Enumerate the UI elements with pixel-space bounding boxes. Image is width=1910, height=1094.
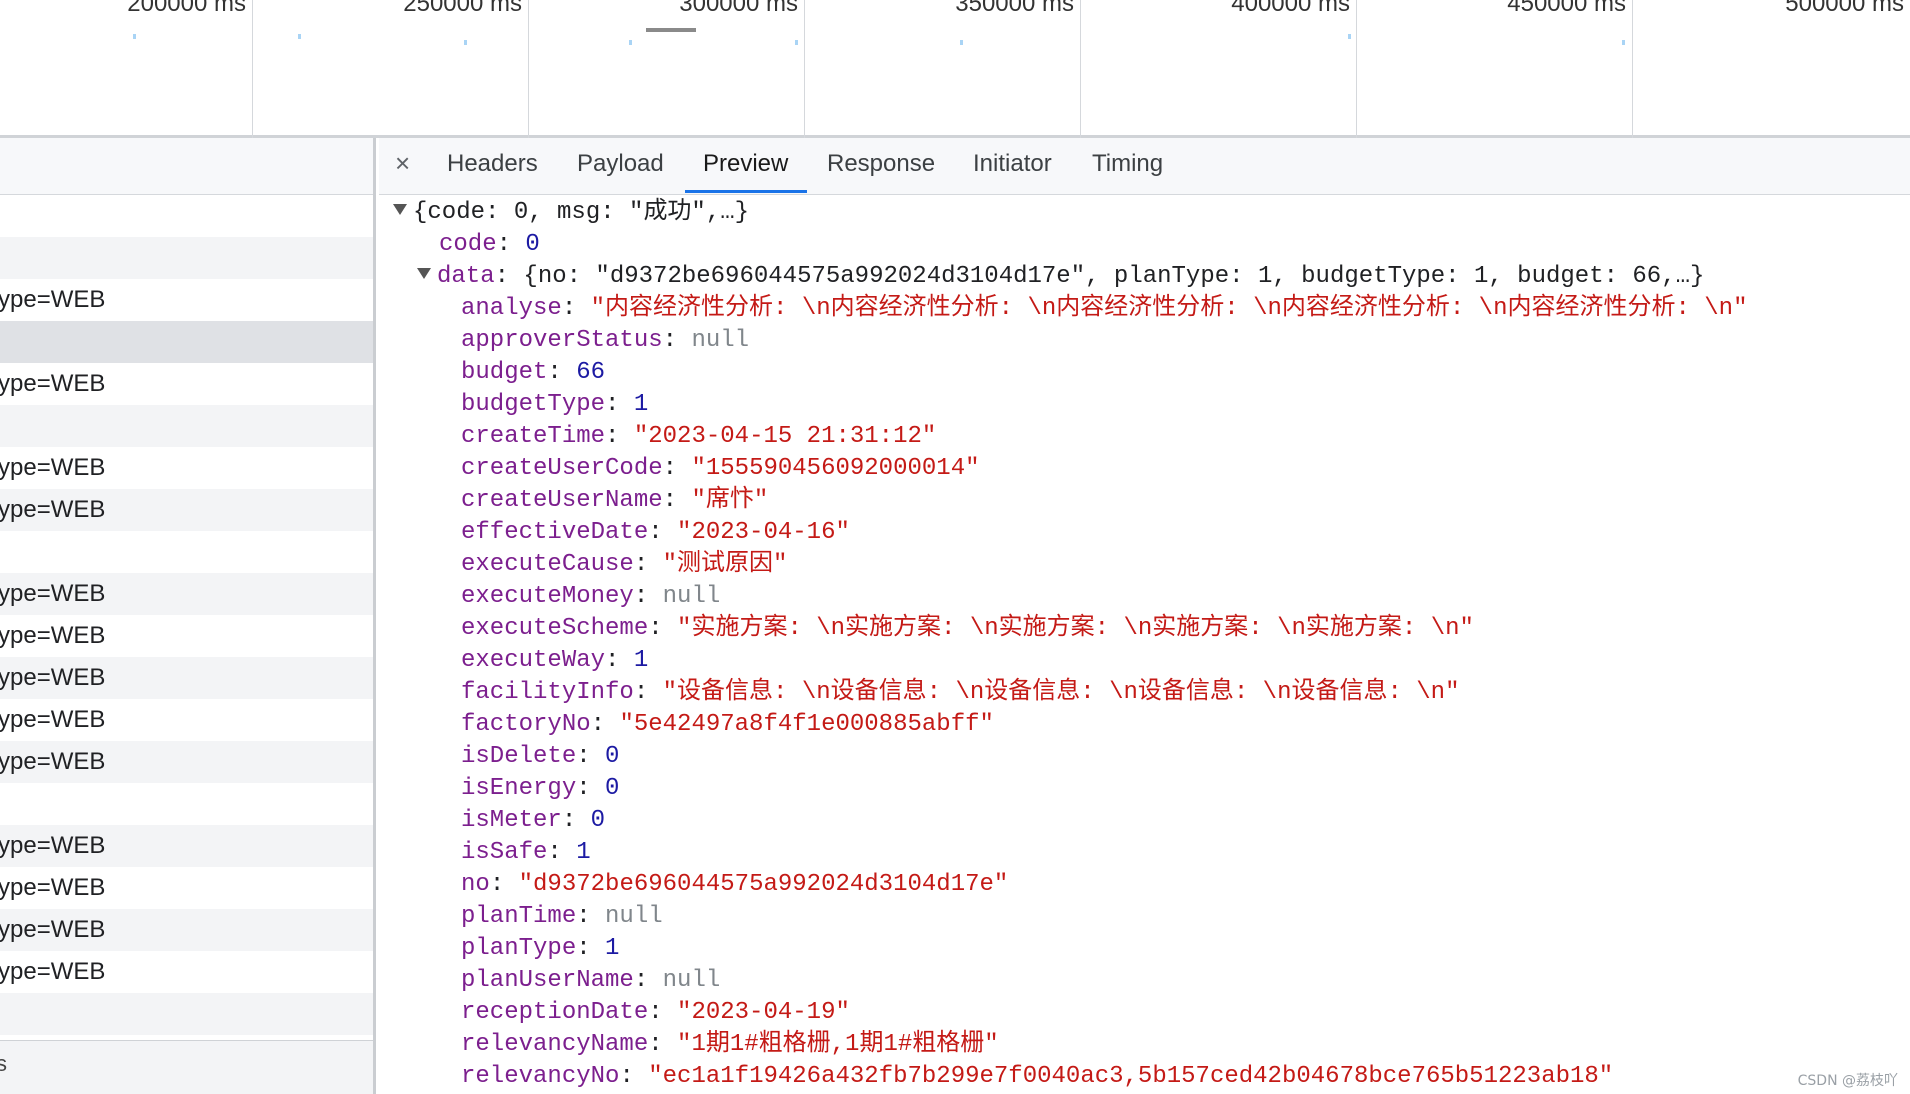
json-property: createUserCode: "155590456092000014" <box>461 455 980 482</box>
json-property: planUserName: null <box>461 967 721 994</box>
tab-response[interactable]: Response <box>827 150 935 178</box>
details-panel: × Headers Payload Preview Response Initi… <box>379 138 1910 1094</box>
timeline-segment: 500000 ms <box>1633 0 1910 138</box>
expand-triangle-icon[interactable] <box>393 204 407 216</box>
tab-initiator[interactable]: Initiator <box>973 150 1052 178</box>
json-property: planTime: null <box>461 903 663 930</box>
list-item[interactable]: ype=WEB <box>0 909 373 951</box>
list-item[interactable]: ype=WEB <box>0 825 373 867</box>
request-list[interactable]: ype=WEB ype=WEB ype=WEB ype=WEB ype=WEB … <box>0 138 376 1094</box>
details-tabbar: × Headers Payload Preview Response Initi… <box>379 138 1910 195</box>
list-item[interactable] <box>0 531 373 573</box>
timeline-label: 450000 ms <box>1507 0 1626 17</box>
expand-triangle-icon[interactable] <box>417 268 431 280</box>
list-item[interactable]: ype=WEB <box>0 741 373 783</box>
json-property: isEnergy: 0 <box>461 775 620 802</box>
timeline-label: 350000 ms <box>955 0 1074 17</box>
timeline-tick <box>1348 34 1351 39</box>
watermark: CSDN @荔枝吖 <box>1797 1073 1898 1089</box>
list-item[interactable] <box>0 405 373 447</box>
timeline-segment: 200000 ms <box>0 0 253 138</box>
list-item[interactable] <box>0 783 373 825</box>
json-property: receptionDate: "2023-04-19" <box>461 999 850 1026</box>
timeline-tick <box>960 40 963 45</box>
status-text: s <box>0 1051 7 1077</box>
json-property: isDelete: 0 <box>461 743 620 770</box>
timeline-request-bar <box>646 28 696 32</box>
list-item[interactable]: ype=WEB <box>0 489 373 531</box>
json-property: budgetType: 1 <box>461 391 649 418</box>
timeline-label: 300000 ms <box>679 0 798 17</box>
list-item[interactable]: ype=WEB <box>0 363 373 405</box>
json-property: budget: 66 <box>461 359 606 386</box>
timeline-label: 500000 ms <box>1785 0 1904 17</box>
json-property: executeCause: "测试原因" <box>461 551 788 578</box>
json-property: executeScheme: "实施方案: \n实施方案: \n实施方案: \n… <box>461 615 1474 642</box>
json-property: code: 0 <box>439 231 540 258</box>
list-item[interactable]: ype=WEB <box>0 699 373 741</box>
timeline-segment: 450000 ms <box>1357 0 1633 138</box>
list-item[interactable]: ype=WEB <box>0 615 373 657</box>
json-property: analyse: "内容经济性分析: \n内容经济性分析: \n内容经济性分析:… <box>461 295 1748 322</box>
timeline-tick <box>298 34 301 39</box>
list-item[interactable]: ype=WEB <box>0 657 373 699</box>
json-property: createTime: "2023-04-15 21:31:12" <box>461 423 937 450</box>
json-property: approverStatus: null <box>461 327 750 354</box>
json-property: isSafe: 1 <box>461 839 591 866</box>
list-item[interactable] <box>0 237 373 279</box>
list-item[interactable]: ype=WEB <box>0 867 373 909</box>
list-item[interactable]: ype=WEB <box>0 951 373 993</box>
json-property: executeWay: 1 <box>461 647 649 674</box>
json-data-node[interactable]: data: {no: "d9372be696044575a992024d3104… <box>417 262 1704 292</box>
json-property: createUserName: "席忭" <box>461 487 769 514</box>
timeline-label: 200000 ms <box>127 0 246 17</box>
list-item[interactable] <box>0 993 373 1035</box>
request-list-status-bar: s <box>0 1040 373 1094</box>
timeline-segment: 250000 ms <box>253 0 529 138</box>
json-property: relevancyNo: "ec1a1f19426a432fb7b299e7f0… <box>461 1063 1614 1090</box>
timeline-label: 400000 ms <box>1231 0 1350 17</box>
json-property: factoryNo: "5e42497a8f4f1e000885abff" <box>461 711 994 738</box>
timeline-tick <box>464 40 467 45</box>
timeline-label: 250000 ms <box>403 0 522 17</box>
timeline-tick <box>133 34 136 39</box>
json-property: executeMoney: null <box>461 583 721 610</box>
list-item[interactable]: ype=WEB <box>0 279 373 321</box>
list-item[interactable] <box>0 195 373 237</box>
json-property: facilityInfo: "设备信息: \n设备信息: \n设备信息: \n设… <box>461 679 1460 706</box>
json-property: isMeter: 0 <box>461 807 606 834</box>
tab-headers[interactable]: Headers <box>447 150 538 178</box>
timeline-segment: 350000 ms <box>805 0 1081 138</box>
list-item-selected[interactable] <box>0 321 373 363</box>
list-item[interactable]: ype=WEB <box>0 573 373 615</box>
tab-preview[interactable]: Preview <box>703 150 788 178</box>
timeline-overview[interactable]: 200000 ms 250000 ms 300000 ms 350000 ms … <box>0 0 1910 138</box>
timeline-segment: 400000 ms <box>1081 0 1357 138</box>
tab-payload[interactable]: Payload <box>577 150 664 178</box>
json-property: effectiveDate: "2023-04-16" <box>461 519 850 546</box>
close-icon[interactable]: × <box>395 148 410 179</box>
timeline-segment: 300000 ms <box>529 0 805 138</box>
json-preview-tree[interactable]: {code: 0, msg: "成功",…} code: 0 data: {no… <box>379 194 1910 1094</box>
json-property: no: "d9372be696044575a992024d3104d17e" <box>461 871 1009 898</box>
request-list-header <box>0 138 373 195</box>
json-property: relevancyName: "1期1#粗格栅,1期1#粗格栅" <box>461 1031 999 1058</box>
timeline-tick <box>1622 40 1625 45</box>
active-tab-indicator <box>685 190 807 193</box>
json-root-node[interactable]: {code: 0, msg: "成功",…} <box>393 198 749 228</box>
timeline-tick <box>795 40 798 45</box>
tab-timing[interactable]: Timing <box>1092 150 1163 178</box>
json-property: planType: 1 <box>461 935 620 962</box>
timeline-tick <box>629 40 632 45</box>
list-item[interactable]: ype=WEB <box>0 447 373 489</box>
